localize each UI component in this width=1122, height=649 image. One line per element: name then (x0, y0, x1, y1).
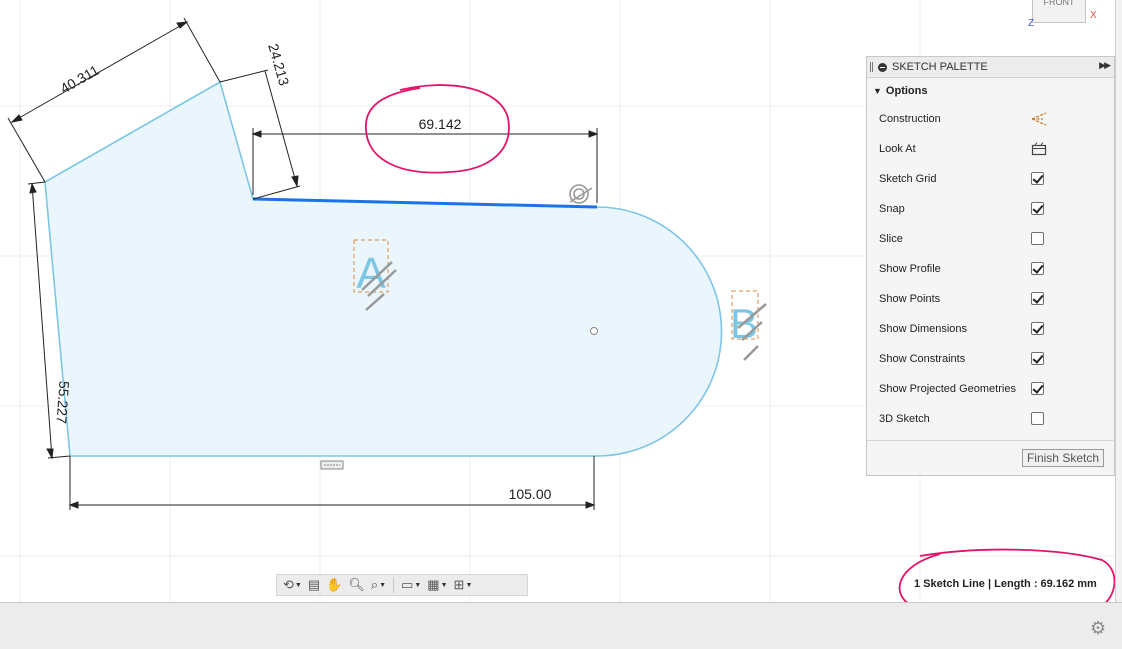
orbit-icon[interactable]: ⟲ ▼ (281, 576, 304, 594)
palette-row-3d-sketch[interactable]: 3D Sketch (867, 404, 1114, 434)
collapse-icon[interactable] (878, 62, 887, 72)
dimension-left-height-text[interactable]: 55.227 (53, 380, 72, 424)
dimension-top-length-text[interactable]: 69.142 (419, 116, 462, 132)
dimension-top-length[interactable] (251, 128, 599, 203)
tangent-constraint-icon[interactable] (569, 184, 593, 204)
show-projected-geometries-checkbox[interactable] (1031, 382, 1044, 395)
show-constraints-checkbox[interactable] (1031, 352, 1044, 365)
3d-sketch-checkbox[interactable] (1031, 412, 1044, 425)
options-section-header[interactable]: ▼ Options (867, 78, 1114, 104)
svg-text:A: A (356, 249, 386, 298)
palette-row-show-projected-geometries[interactable]: Show Projected Geometries (867, 374, 1114, 404)
palette-row-label: Slice (879, 233, 903, 245)
viewports-icon[interactable]: ⊞ ▼ (452, 576, 475, 594)
toolbar-separator (393, 577, 395, 593)
palette-row-show-dimensions[interactable]: Show Dimensions (867, 314, 1114, 344)
bottom-strip (0, 602, 1122, 649)
look-at-toolbar-icon[interactable]: ▤ (306, 576, 322, 594)
drag-handle-icon[interactable] (870, 62, 873, 72)
dimension-bottom-length-text[interactable]: 105.00 (509, 486, 552, 502)
display-settings-icon[interactable]: ▭ ▼ (399, 576, 423, 594)
zoom-window-icon[interactable]: ⌕ ▼ (369, 576, 388, 594)
zoom-icon[interactable]: 🔍︎ (346, 576, 367, 594)
finish-sketch-button[interactable]: Finish Sketch (1021, 449, 1104, 467)
view-cube-front-face[interactable]: FRONT (1032, 0, 1086, 23)
options-section-title: Options (885, 85, 928, 97)
palette-row-label: Show Constraints (879, 353, 966, 365)
palette-row-look-at[interactable]: Look At (867, 134, 1114, 164)
palette-row-construction[interactable]: Construction (867, 104, 1114, 134)
grid-settings-icon[interactable]: ▦ ▼ (425, 576, 449, 594)
triangle-down-icon: ▼ (873, 86, 882, 96)
palette-row-show-constraints[interactable]: Show Constraints (867, 344, 1114, 374)
sketch-palette: SKETCH PALETTE ▶▶ ▼ Options Construction… (866, 56, 1115, 476)
selection-status: 1 Sketch Line | Length : 69.162 mm (914, 578, 1097, 590)
annotation-circle-status (898, 548, 1116, 602)
palette-row-label: 3D Sketch (879, 413, 930, 425)
expand-icon[interactable]: ▶▶ (1099, 60, 1111, 71)
palette-row-label: Sketch Grid (879, 173, 937, 185)
palette-row-show-profile[interactable]: Show Profile (867, 254, 1114, 284)
palette-row-slice[interactable]: Slice (867, 224, 1114, 254)
palette-row-label: Look At (879, 143, 916, 155)
dimension-slanted-left-text[interactable]: 40.311 (57, 62, 101, 97)
palette-row-show-points[interactable]: Show Points (867, 284, 1114, 314)
pan-icon[interactable]: ✋ (324, 576, 344, 594)
look-at-icon[interactable] (1031, 142, 1047, 156)
gear-icon[interactable]: ⚙ (1090, 618, 1106, 639)
palette-row-label: Construction (879, 113, 941, 125)
dimension-slanted-right-text[interactable]: 24.213 (265, 42, 292, 88)
axis-x-label: X (1090, 10, 1097, 21)
palette-row-label: Show Profile (879, 263, 941, 275)
sketch-palette-title: SKETCH PALETTE (892, 61, 988, 73)
point-label-b[interactable]: B (730, 290, 767, 361)
palette-row-label: Snap (879, 203, 905, 215)
horizontal-constraint-icon[interactable] (320, 460, 344, 470)
construction-icon[interactable] (1031, 112, 1047, 126)
show-dimensions-checkbox[interactable] (1031, 322, 1044, 335)
slice-checkbox[interactable] (1031, 232, 1044, 245)
show-points-checkbox[interactable] (1031, 292, 1044, 305)
axis-z-label: Z (1028, 18, 1035, 29)
sketch-palette-header[interactable]: SKETCH PALETTE ▶▶ (867, 57, 1114, 78)
navigation-toolbar: ⟲ ▼ ▤ ✋ 🔍︎ ⌕ ▼ ▭ ▼ ▦ ▼ ⊞ ▼ (276, 574, 528, 596)
palette-row-sketch-grid[interactable]: Sketch Grid (867, 164, 1114, 194)
palette-row-label: Show Points (879, 293, 941, 305)
palette-row-label: Show Dimensions (879, 323, 968, 335)
sketch-grid-checkbox[interactable] (1031, 172, 1044, 185)
view-cube[interactable]: FRONT X Z (1028, 0, 1097, 29)
show-profile-checkbox[interactable] (1031, 262, 1044, 275)
right-edge-strip (1115, 0, 1122, 602)
sketch-palette-footer: Finish Sketch (867, 440, 1114, 475)
palette-row-snap[interactable]: Snap (867, 194, 1114, 224)
snap-checkbox[interactable] (1031, 202, 1044, 215)
palette-row-label: Show Projected Geometries (879, 383, 1016, 395)
arc-center-point[interactable] (590, 327, 598, 335)
